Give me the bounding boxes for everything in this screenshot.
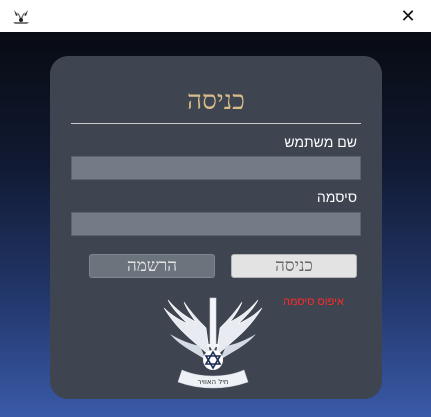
login-title: כניסה	[187, 86, 245, 116]
title-bar: ✕	[0, 0, 431, 32]
login-button[interactable]: כניסה	[231, 254, 357, 278]
username-field[interactable]	[71, 156, 361, 180]
app-icon	[13, 10, 29, 24]
login-card: כניסה שם משתמש סיסמה הרשמה כניסה איפוס ס…	[50, 56, 382, 399]
title-divider	[71, 123, 361, 124]
close-button[interactable]: ✕	[385, 0, 431, 32]
air-force-emblem: חיל האוויר	[163, 297, 263, 389]
reset-password-link[interactable]: איפוס סיסמה	[283, 296, 344, 308]
svg-text:חיל האוויר: חיל האוויר	[198, 378, 229, 386]
register-button[interactable]: הרשמה	[89, 254, 215, 278]
username-label: שם משתמש	[284, 134, 357, 150]
password-field[interactable]	[71, 212, 361, 236]
password-label: סיסמה	[316, 189, 357, 205]
close-icon: ✕	[400, 5, 416, 27]
window-content: כניסה שם משתמש סיסמה הרשמה כניסה איפוס ס…	[0, 32, 431, 417]
